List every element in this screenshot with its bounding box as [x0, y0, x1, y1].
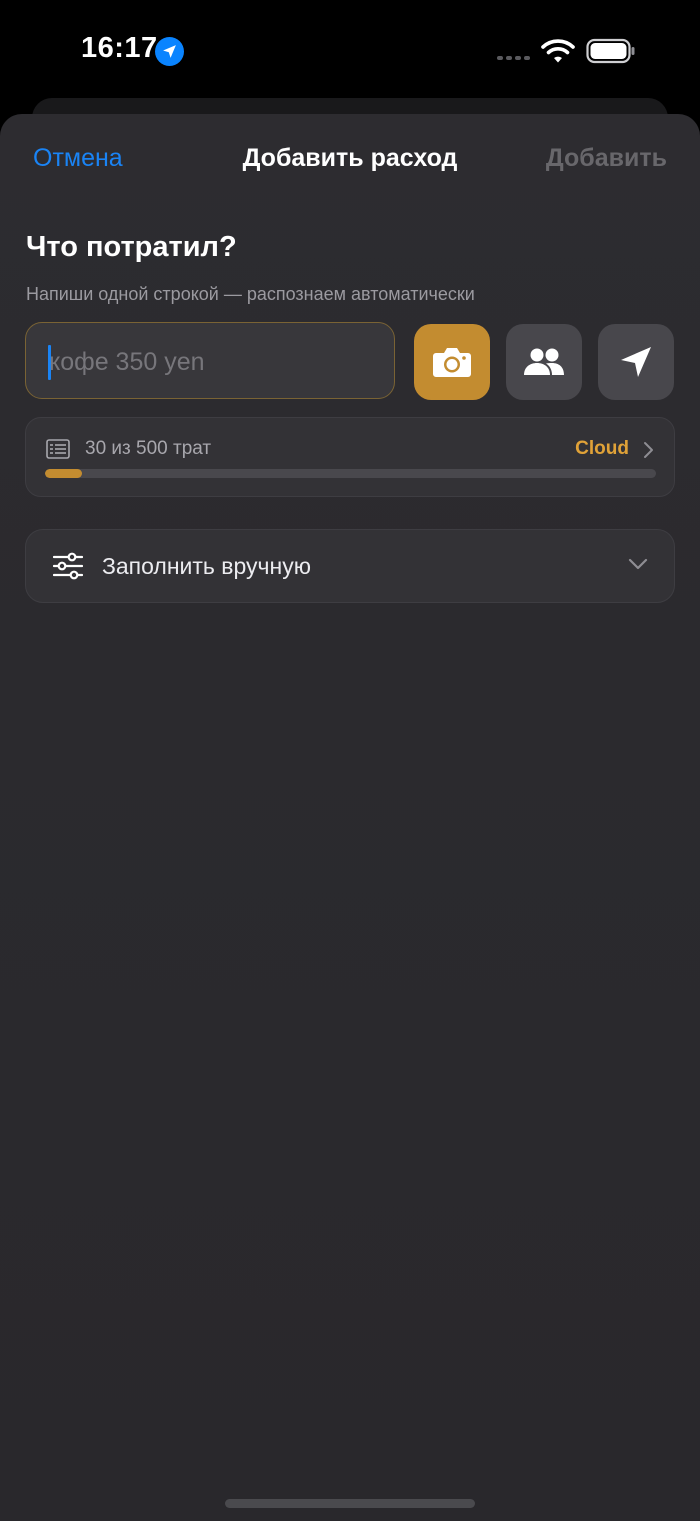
location-arrow-icon: [155, 37, 184, 66]
send-button[interactable]: [598, 324, 674, 400]
usage-card[interactable]: 30 из 500 трат Cloud: [25, 417, 675, 497]
status-time: 16:17: [81, 32, 158, 64]
signal-dots-icon: [497, 56, 530, 60]
battery-full-icon: [586, 38, 636, 69]
manual-fill-row[interactable]: Заполнить вручную: [25, 529, 675, 603]
expense-heading: Что потратил?: [26, 231, 237, 263]
camera-button[interactable]: [414, 324, 490, 400]
usage-progress-fill: [45, 469, 82, 478]
plan-label: Cloud: [575, 438, 629, 459]
sliders-icon: [53, 552, 83, 580]
add-button[interactable]: Добавить: [546, 144, 667, 173]
wifi-icon: [541, 38, 575, 69]
receipt-list-icon: [46, 439, 70, 459]
expense-input-placeholder: кофе 350 yen: [49, 348, 205, 376]
expense-input[interactable]: кофе 350 yen: [25, 322, 395, 399]
chevron-right-icon: [644, 442, 653, 458]
home-indicator: [225, 1499, 475, 1508]
text-caret: [48, 345, 51, 380]
split-people-button[interactable]: [506, 324, 582, 400]
usage-count: 30 из 500 трат: [85, 438, 212, 459]
people-icon: [524, 348, 564, 375]
usage-progress-bar: [45, 469, 656, 478]
chevron-down-icon: [628, 558, 648, 570]
expense-hint: Напиши одной строкой — распознаем автома…: [26, 284, 475, 304]
manual-fill-label: Заполнить вручную: [102, 553, 311, 579]
camera-icon: [433, 348, 471, 377]
status-bar: 16:17: [0, 0, 700, 100]
send-arrow-icon: [621, 347, 651, 377]
